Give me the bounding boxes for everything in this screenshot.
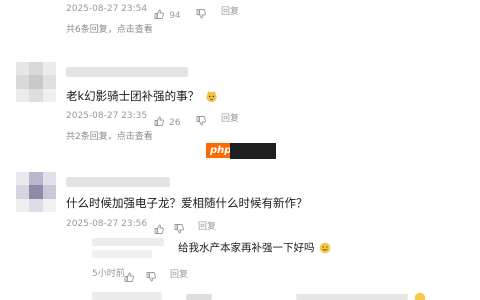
thumb-up-icon: [154, 9, 164, 19]
dislike-button[interactable]: [146, 266, 156, 285]
like-button[interactable]: 26: [154, 110, 181, 129]
reply-username-redacted[interactable]: [92, 292, 162, 300]
like-button[interactable]: 94: [154, 3, 181, 22]
comment-text: 老k幻影骑士团补强的事？: [66, 88, 218, 104]
thumb-down-icon: [196, 115, 206, 125]
view-replies-link[interactable]: 共6条回复，点击查看: [66, 22, 153, 35]
avatar[interactable]: [16, 172, 56, 212]
dislike-button[interactable]: [174, 218, 184, 237]
thumb-up-icon: [124, 272, 134, 282]
thumb-down-icon: [196, 8, 206, 18]
reply-text-partial: [186, 294, 212, 300]
emoji-icon: [414, 292, 426, 300]
reply-button[interactable]: 回复: [198, 219, 216, 232]
avatar[interactable]: [16, 62, 56, 102]
reply-button[interactable]: 回复: [170, 267, 188, 280]
reply-text: 给我水产本家再补强一下好吗: [178, 240, 331, 255]
thumb-up-icon: [154, 116, 164, 126]
like-count: 94: [169, 11, 181, 21]
reply-button[interactable]: 回复: [221, 4, 239, 17]
like-button[interactable]: [154, 218, 164, 237]
reply-text-content: 给我水产本家再补强一下好吗: [178, 242, 315, 254]
reply-time: 5小时前: [92, 269, 125, 279]
dislike-button[interactable]: [196, 3, 206, 22]
dislike-button[interactable]: [196, 110, 206, 129]
like-button[interactable]: [124, 266, 134, 285]
comment-text-content: 老k幻影骑士团补强的事？: [66, 89, 200, 103]
reply-text-partial: [296, 294, 408, 300]
reply-button[interactable]: 回复: [221, 111, 239, 124]
like-count: 26: [169, 118, 181, 128]
watermark-redaction-bar: [230, 143, 276, 159]
username-redacted[interactable]: [66, 67, 188, 77]
comment-text: 什么时候加强电子龙？爱相随什么时候有新作？: [66, 196, 308, 210]
comment-date: 2025-08-27 23:56: [66, 219, 148, 229]
username-redacted[interactable]: [66, 177, 170, 187]
thumb-down-icon: [174, 223, 184, 233]
thumb-up-icon: [154, 224, 164, 234]
view-replies-link[interactable]: 共2条回复，点击查看: [66, 129, 153, 142]
comment-date: 2025-08-27 23:35: [66, 111, 148, 121]
thumb-down-icon: [146, 271, 156, 281]
smile-emoji-icon: [319, 242, 331, 254]
reply-username-redacted[interactable]: [92, 238, 164, 246]
cat-emoji-icon: [206, 90, 217, 103]
reply-username-redacted: [92, 250, 152, 258]
comment-date: 2025-08-27 23:54: [66, 4, 148, 14]
